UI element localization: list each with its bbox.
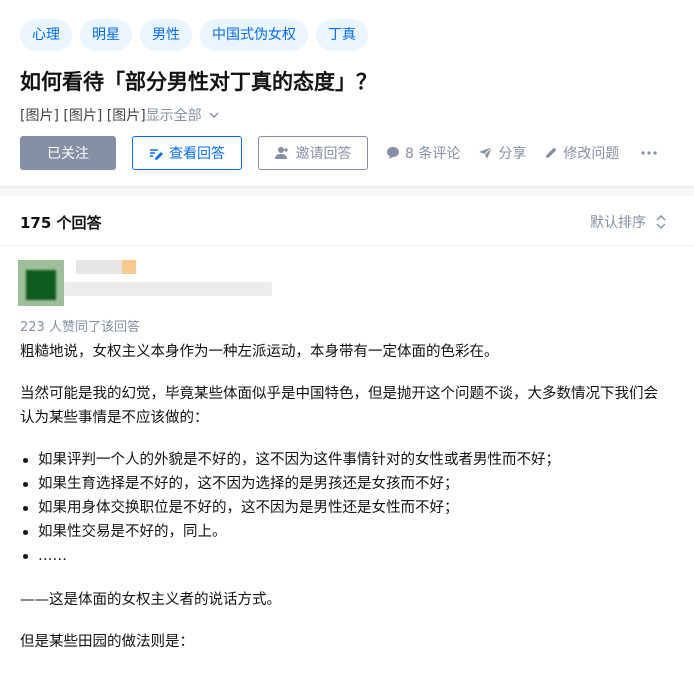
answer-bullet-list: 如果评判一个人的外貌是不好的，这不因为这件事情针对的女性或者男性而不好； 如果生… [20,448,670,568]
topic-tag[interactable]: 心理 [20,19,72,51]
question-detail: [图片] [图片] [图片] 显示全部 [20,105,220,125]
edit-question-label: 修改问题 [563,146,620,162]
list-item: 如果生育选择是不好的，这不因为选择的是男孩还是女孩而不好； [20,472,670,496]
question-title[interactable]: 如何看待「部分男性对丁真的态度」？ [20,66,377,96]
view-answers-label: 查看回答 [169,146,225,162]
answer-paragraph: 当然可能是我的幻觉，毕竟某些体面似乎是中国特色，但是抛开这个问题不谈，大多数情况… [20,386,658,426]
sort-toggle-icon [656,215,666,229]
comment-icon [387,147,399,159]
invite-answer-button[interactable]: 邀请回答 [258,136,368,170]
avatar[interactable] [18,260,64,306]
answer-count: 175 个回答 [20,214,102,232]
show-all-button[interactable]: 显示全部 [146,105,220,125]
question-header: 心理 明星 男性 中国式伪女权 丁真 如何看待「部分男性对丁真的态度」？ [图片… [0,0,694,186]
comments-button[interactable]: 8 条评论 [386,143,460,163]
answer-paragraph: ——这是体面的女权主义者的说话方式。 [20,592,281,608]
topic-tag[interactable]: 明星 [80,19,132,51]
question-actions: 已关注 查看回答 邀请回答 8 条评论 分享 修改问题 [20,136,657,170]
answer-list: 175 个回答 默认排序 223 人赞同了该回答 粗糙地说，女权主义本身作为一种… [0,196,694,673]
voters-count: 223 人赞同了该回答 [20,320,140,335]
list-item: 如果用身体交换职位是不好的，这不因为是男性还是女性而不好； [20,496,670,520]
answer-list-header: 175 个回答 默认排序 [0,196,694,246]
answer-paragraph: 粗糙地说，女权主义本身作为一种左派运动，本身带有一定体面的色彩在。 [20,344,499,360]
more-dots-icon [641,151,657,155]
question-detail-text: [图片] [图片] [图片] [20,108,146,124]
pencil-icon [546,147,557,158]
topic-list: 心理 明星 男性 中国式伪女权 丁真 [20,19,368,51]
list-item: …… [20,544,670,568]
add-user-icon [274,147,288,159]
topic-tag[interactable]: 男性 [140,19,192,51]
list-item: 如果性交易是不好的，同上。 [20,520,670,544]
sort-label: 默认排序 [590,215,646,231]
followed-label: 已关注 [47,146,89,162]
answer-author [0,256,694,316]
answer-content: 粗糙地说，女权主义本身作为一种左派运动，本身带有一定体面的色彩在。 当然可能是我… [20,340,670,672]
share-icon [479,146,493,159]
view-answers-button[interactable]: 查看回答 [132,136,242,170]
author-bio-blurred [64,282,272,296]
share-label: 分享 [498,146,527,162]
edit-question-button[interactable]: 修改问题 [544,143,619,163]
show-all-label: 显示全部 [145,108,202,124]
more-button[interactable] [641,151,657,155]
pen-icon [150,149,163,160]
list-item: 如果评判一个人的外貌是不好的，这不因为这件事情针对的女性或者男性而不好； [20,448,670,472]
comments-label: 8 条评论 [405,146,461,162]
topic-tag[interactable]: 丁真 [316,19,368,51]
sort-dropdown[interactable]: 默认排序 [590,212,666,232]
invite-answer-label: 邀请回答 [295,146,352,162]
answer-paragraph: 但是某些田园的做法则是： [20,634,194,650]
followed-button[interactable]: 已关注 [20,136,116,170]
chevron-down-icon [209,112,219,119]
share-button[interactable]: 分享 [478,143,526,163]
topic-tag[interactable]: 中国式伪女权 [200,19,308,51]
author-name-blurred[interactable] [76,260,136,274]
